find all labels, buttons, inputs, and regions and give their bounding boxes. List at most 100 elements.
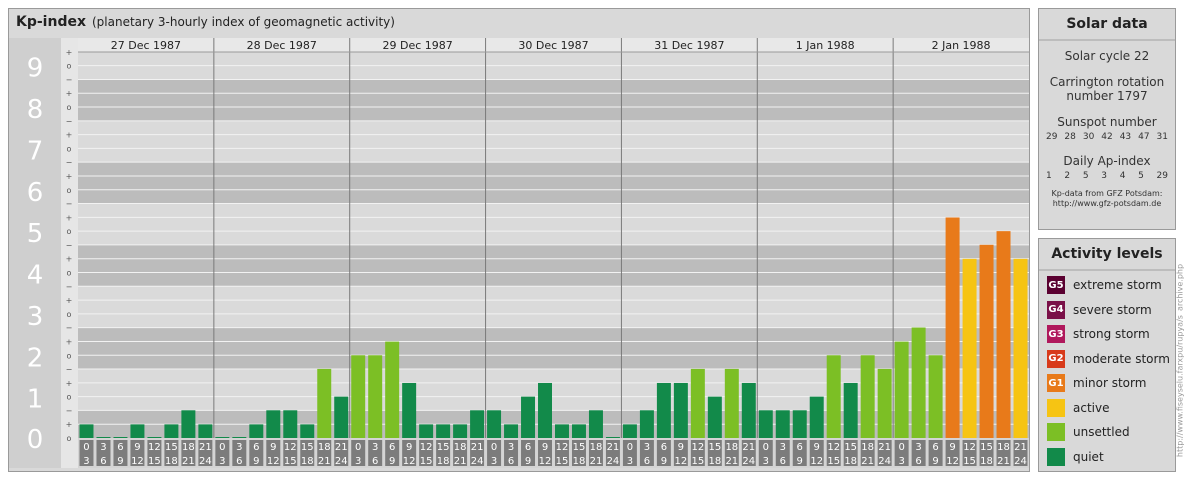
interval-end-label: 9 — [389, 456, 395, 467]
kp-bar — [979, 244, 994, 438]
legend-swatch — [1047, 423, 1065, 441]
interval-end-label: 9 — [117, 456, 123, 467]
kp-bar — [741, 382, 756, 438]
interval-start-label: 18 — [590, 442, 603, 453]
solar-data-panel: Solar data Solar cycle 22 Carrington rot… — [1038, 8, 1176, 230]
sunspot-value: 28 — [1064, 132, 1076, 142]
interval-start-label: 12 — [691, 442, 704, 453]
interval-end-label: 6 — [372, 456, 378, 467]
y-tick-label: 0 — [27, 425, 44, 455]
watermark: http://www.fiseyselu.farxpu/rupya/s_arch… — [1176, 252, 1184, 472]
interval-start-label: 12 — [827, 442, 840, 453]
kp-bar — [147, 437, 162, 438]
interval-start-label: 18 — [997, 442, 1010, 453]
interval-start-label: 0 — [627, 442, 633, 453]
y-band — [78, 286, 1029, 328]
interval-end-label: 12 — [403, 456, 416, 467]
date-label: 31 Dec 1987 — [654, 39, 724, 52]
activity-levels-panel: Activity levels G5 extreme storm G4 severe … — [1038, 238, 1176, 472]
interval-end-label: 15 — [284, 456, 297, 467]
sunspot-value: 47 — [1138, 132, 1150, 142]
y-tick-label: 7 — [27, 136, 44, 166]
y-minor-label: o — [67, 269, 72, 278]
sunspot-value: 30 — [1082, 132, 1095, 142]
legend-swatch: G2 — [1047, 349, 1065, 368]
kp-bar — [707, 396, 722, 438]
kp-bar — [198, 424, 213, 438]
kp-bar — [945, 217, 960, 438]
interval-end-label: 3 — [355, 456, 361, 467]
y-minor-label: + — [66, 379, 73, 388]
kp-bar — [504, 424, 519, 438]
kp-bar — [317, 368, 332, 438]
interval-end-label: 12 — [131, 456, 144, 467]
y-minor-label: + — [66, 420, 73, 429]
legend-item: G5 extreme storm — [1047, 275, 1162, 295]
legend-label: moderate storm — [1073, 351, 1170, 366]
kp-bar — [1013, 258, 1028, 438]
kp-bar — [639, 410, 654, 438]
interval-end-label: 15 — [420, 456, 433, 467]
date-label: 1 Jan 1988 — [796, 39, 855, 52]
interval-end-label: 3 — [627, 456, 633, 467]
legend-swatch: G3 — [1047, 325, 1065, 343]
y-tick-label: 9 — [27, 54, 44, 84]
kp-bar — [164, 424, 179, 438]
interval-start-label: 6 — [525, 442, 531, 453]
kp-bar — [877, 368, 892, 438]
interval-end-label: 24 — [878, 456, 891, 467]
interval-end-label: 3 — [219, 456, 225, 467]
carrington-rotation-label: Carrington rotation — [1049, 75, 1165, 89]
interval-start-label: 9 — [678, 442, 684, 453]
activity-levels-heading: Activity levels — [1039, 239, 1175, 271]
y-tick-label: 6 — [27, 178, 44, 208]
interval-end-label: 18 — [708, 456, 721, 467]
sunspot-value: 42 — [1101, 132, 1113, 142]
y-minor-label: + — [66, 255, 73, 264]
date-label: 28 Dec 1987 — [247, 39, 317, 52]
interval-end-label: 6 — [915, 456, 921, 467]
y-minor-label: + — [66, 131, 73, 140]
legend-item: G1 minor storm — [1047, 373, 1146, 393]
interval-end-label: 9 — [797, 456, 803, 467]
interval-start-label: 21 — [1014, 442, 1027, 453]
y-minor-label: o — [67, 227, 72, 236]
kp-bar — [181, 410, 196, 438]
y-tick-label: 1 — [27, 385, 44, 415]
y-minor-label: − — [66, 324, 73, 333]
y-tick-label: 4 — [27, 261, 44, 291]
kp-bar — [996, 231, 1011, 438]
kp-bar — [622, 424, 637, 438]
y-minor-label: + — [66, 172, 73, 181]
y-minor-label: − — [66, 406, 73, 415]
interval-start-label: 15 — [301, 442, 314, 453]
interval-start-label: 6 — [117, 442, 123, 453]
data-credit-link[interactable]: http://www.gfz-potsdam.de — [1039, 199, 1175, 209]
interval-start-label: 9 — [406, 442, 412, 453]
interval-end-label: 12 — [539, 456, 552, 467]
date-label: 27 Dec 1987 — [111, 39, 181, 52]
ap-index-value: 2 — [1064, 171, 1071, 181]
interval-start-label: 3 — [100, 442, 106, 453]
interval-start-label: 18 — [861, 442, 874, 453]
watermark-text: http://www.fiseyselu.farxpu/rupya/s_arch… — [1176, 263, 1184, 458]
y-minor-label: − — [66, 241, 73, 250]
legend-label: active — [1073, 400, 1110, 415]
interval-end-label: 24 — [1014, 456, 1027, 467]
legend-label: unsettled — [1073, 425, 1130, 439]
legend-item: unsettled — [1047, 422, 1130, 442]
interval-end-label: 15 — [691, 456, 704, 467]
y-band — [78, 244, 1029, 287]
interval-end-label: 21 — [454, 456, 467, 467]
chart-title: Kp-index (planetary 3-hourly index of geo… — [16, 14, 395, 30]
interval-end-label: 6 — [780, 456, 786, 467]
solar-cycle: Solar cycle 22 — [1064, 49, 1150, 63]
interval-start-label: 15 — [165, 442, 178, 453]
kp-bar — [130, 424, 145, 438]
interval-end-label: 15 — [827, 456, 840, 467]
kp-bar — [673, 382, 688, 438]
y-minor-label: o — [67, 434, 72, 443]
y-band — [78, 203, 1029, 245]
interval-start-label: 0 — [898, 442, 904, 453]
y-band — [78, 162, 1029, 204]
